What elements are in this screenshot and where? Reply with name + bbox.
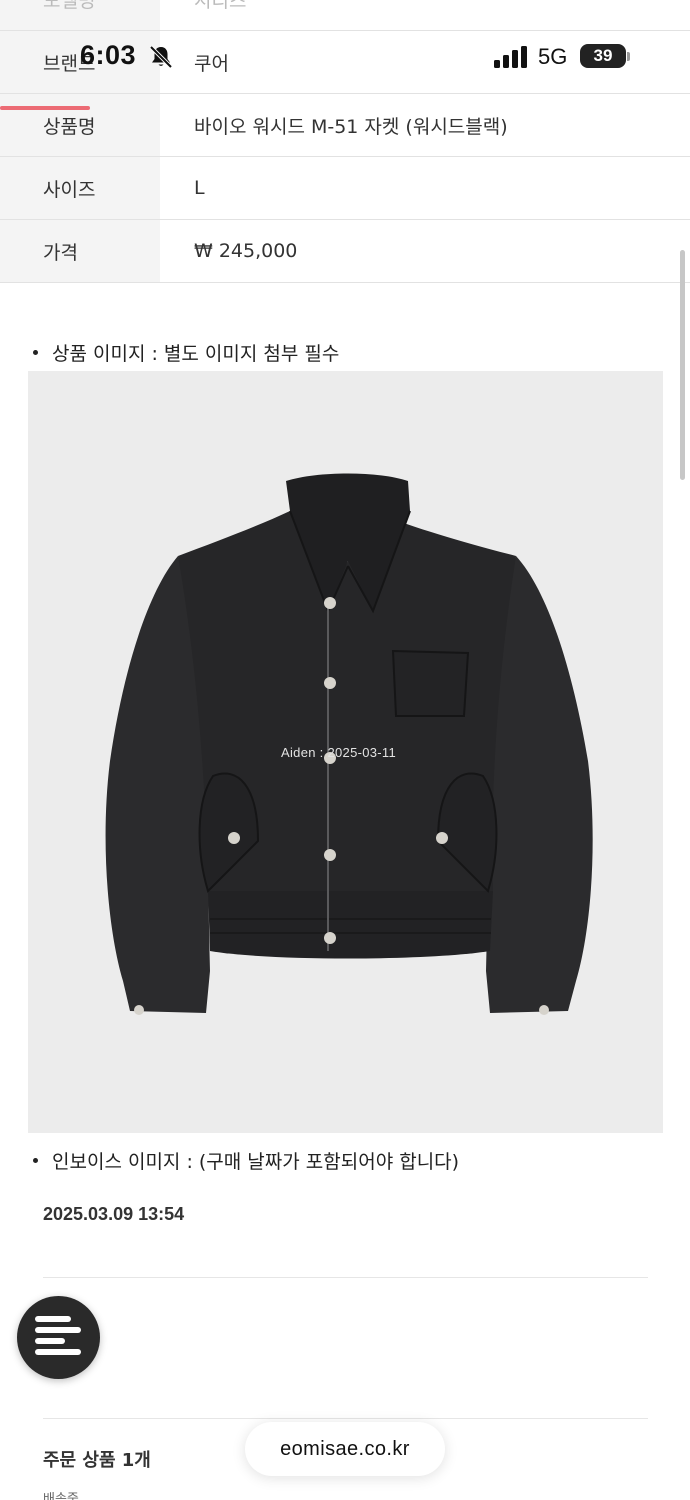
scrollbar[interactable] [680,250,685,480]
status-bar: 6:03 5G 39 [0,0,690,110]
section-divider [43,1277,648,1278]
battery-indicator: 39 [580,44,626,68]
shipping-status: 배송중 [43,1492,79,1500]
info-label: 사이즈 [0,157,160,219]
bullet-icon [33,350,38,355]
info-label: 가격 [0,220,160,282]
battery-tip [627,52,630,61]
info-value: ₩ 245,000 [194,240,298,262]
bullet-icon [33,1158,38,1163]
menu-button[interactable] [17,1296,100,1379]
info-row-price: 가격 ₩ 245,000 [0,220,690,283]
address-bar[interactable]: eomisae.co.kr [245,1422,445,1476]
invoice-heading: 인보이스 이미지 : (구매 날짜가 포함되어야 합니다) [33,1147,459,1174]
cellular-signal-icon [494,46,527,68]
bell-slash-icon [149,45,173,69]
status-time: 6:03 [80,40,137,70]
image-watermark: Aiden : 2025-03-11 [281,745,397,760]
info-row-size: 사이즈 L [0,157,690,220]
menu-icon [35,1316,81,1355]
info-value: L [194,177,205,199]
section-divider [43,1418,648,1419]
invoice-date: 2025.03.09 13:54 [43,1204,185,1224]
network-type: 5G [538,44,568,69]
product-image-heading: 상품 이미지 : 별도 이미지 첨부 필수 [33,339,339,366]
product-image-heading-text: 상품 이미지 : 별도 이미지 첨부 필수 [52,343,340,365]
order-items-title: 주문 상품 1개 [43,1450,151,1471]
invoice-heading-text: 인보이스 이미지 : (구매 날짜가 포함되어야 합니다) [52,1151,460,1173]
page-load-progress [0,106,90,110]
